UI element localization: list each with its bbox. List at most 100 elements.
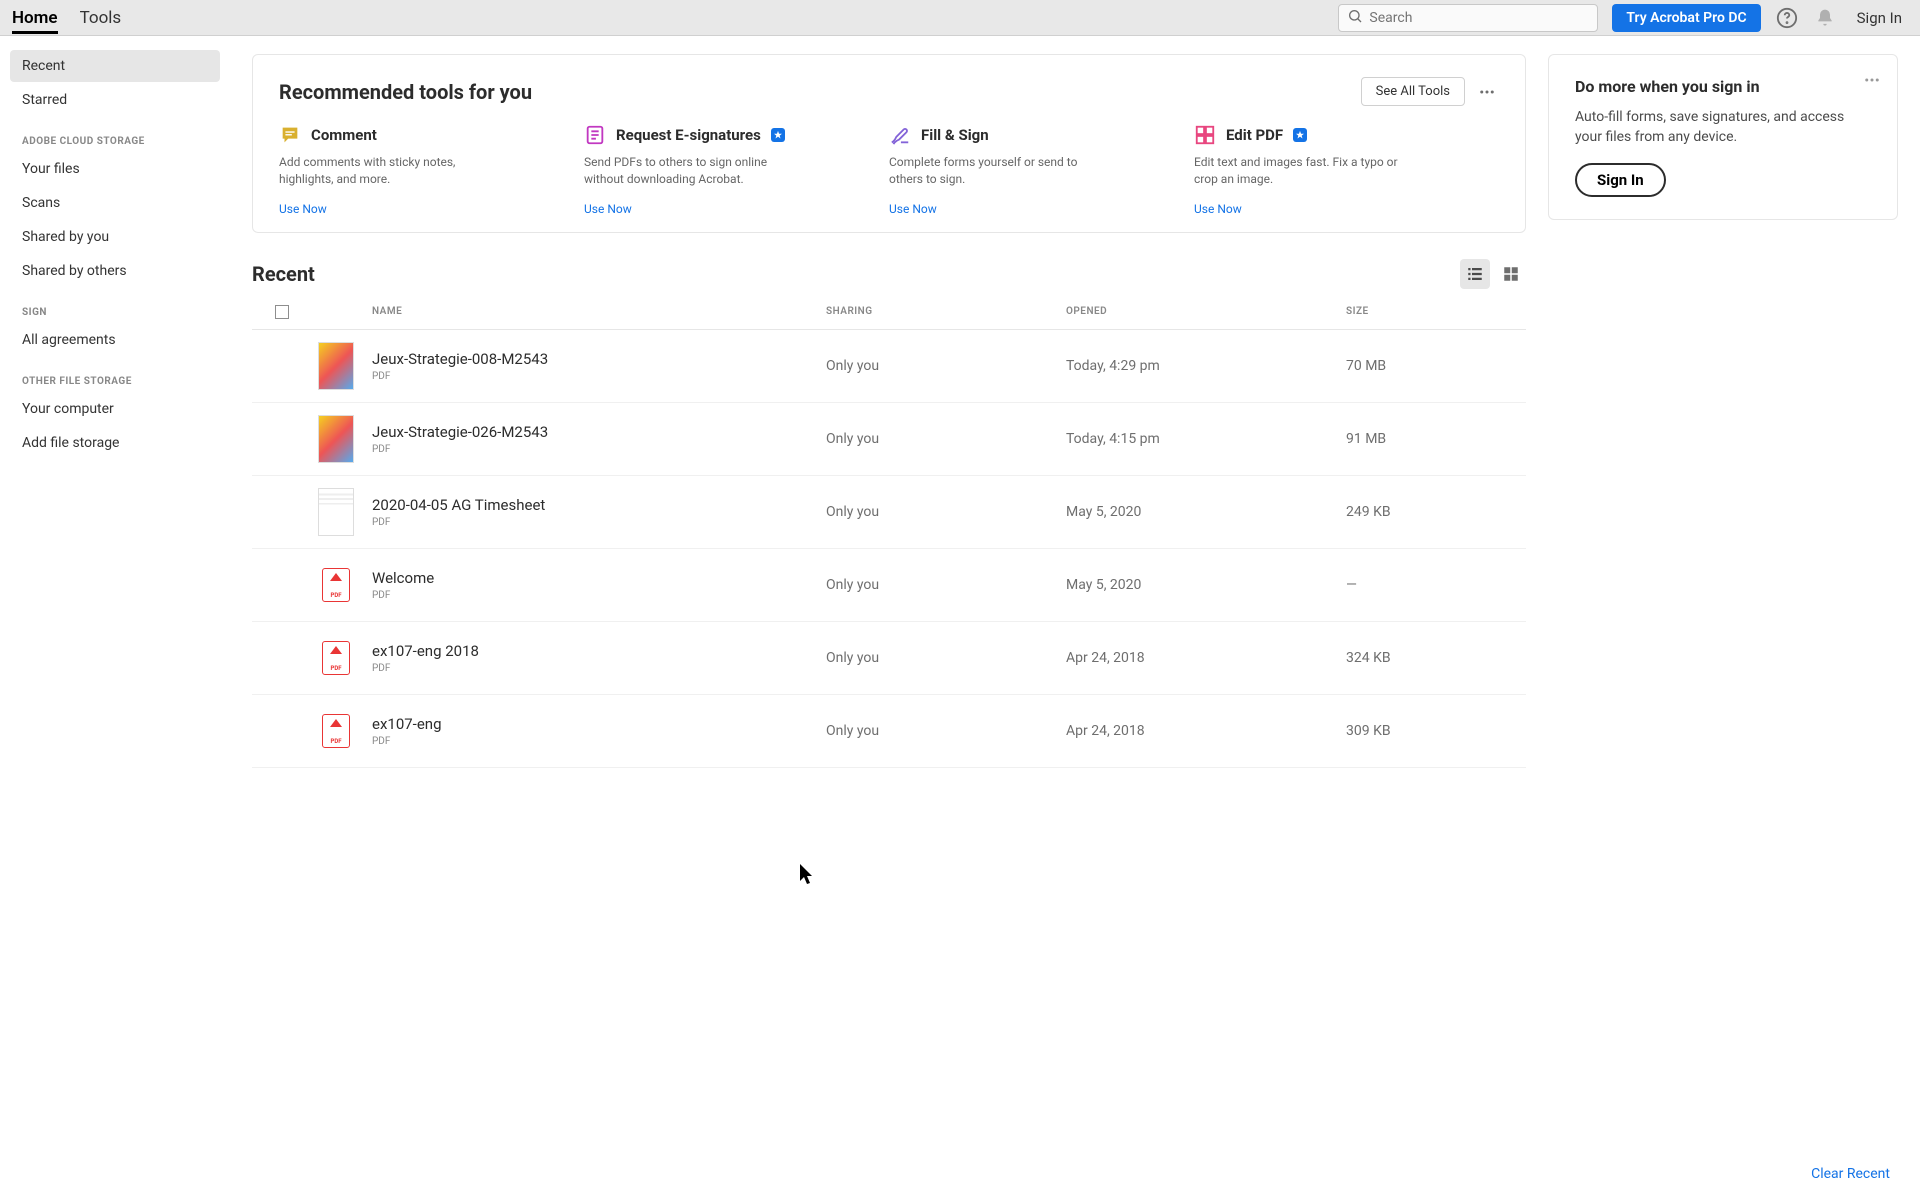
clear-recent-link[interactable]: Clear Recent xyxy=(1811,1166,1890,1182)
tool-desc: Add comments with sticky notes, highligh… xyxy=(279,154,499,188)
col-sharing[interactable]: SHARING xyxy=(826,306,1066,317)
tool-name: Edit PDF xyxy=(1226,126,1283,144)
tool-1: Request E-signatures Send PDFs to others… xyxy=(584,124,889,216)
tool-use-now-link[interactable]: Use Now xyxy=(279,202,554,216)
tool-3: Edit PDF Edit text and images fast. Fix … xyxy=(1194,124,1499,216)
help-icon[interactable] xyxy=(1775,6,1799,30)
sidebar-item-other-1[interactable]: Add file storage xyxy=(10,427,220,459)
signin-card-button[interactable]: Sign In xyxy=(1575,163,1666,197)
file-type: PDF xyxy=(372,663,826,674)
file-name: Jeux-Strategie-008-M2543 xyxy=(372,350,826,368)
grid-view-toggle[interactable] xyxy=(1496,259,1526,289)
file-opened: Apr 24, 2018 xyxy=(1066,650,1346,666)
file-row[interactable]: PDF ex107-eng 2018 PDF Only you Apr 24, … xyxy=(252,622,1526,695)
search-icon xyxy=(1347,8,1363,28)
signin-card-desc: Auto-fill forms, save signatures, and ac… xyxy=(1575,108,1871,147)
file-size: 70 MB xyxy=(1346,358,1526,374)
file-opened: Today, 4:29 pm xyxy=(1066,358,1346,374)
select-all-checkbox[interactable] xyxy=(275,305,289,319)
topbar-signin-link[interactable]: Sign In xyxy=(1851,9,1908,27)
file-size: — xyxy=(1346,577,1526,593)
tool-name: Comment xyxy=(311,126,377,144)
tool-2: Fill & Sign Complete forms yourself or s… xyxy=(889,124,1194,216)
file-sharing: Only you xyxy=(826,358,1066,374)
col-size[interactable]: SIZE xyxy=(1346,306,1526,317)
file-type: PDF xyxy=(372,517,826,528)
file-opened: May 5, 2020 xyxy=(1066,577,1346,593)
tool-use-now-link[interactable]: Use Now xyxy=(584,202,859,216)
try-acrobat-button[interactable]: Try Acrobat Pro DC xyxy=(1612,4,1760,32)
files-title: Recent xyxy=(252,262,315,286)
file-row[interactable]: Jeux-Strategie-026-M2543 PDF Only you To… xyxy=(252,403,1526,476)
tab-tools[interactable]: Tools xyxy=(80,2,122,34)
pdf-file-icon: PDF xyxy=(322,641,350,675)
sidebar-section-cloud: ADOBE CLOUD STORAGE xyxy=(10,118,220,153)
signin-card-more-icon[interactable] xyxy=(1863,71,1881,93)
topbar-tabs: Home Tools xyxy=(12,2,121,34)
premium-badge-icon xyxy=(771,128,785,142)
tool-use-now-link[interactable]: Use Now xyxy=(889,202,1164,216)
tool-icon-2 xyxy=(889,124,911,146)
file-opened: May 5, 2020 xyxy=(1066,504,1346,520)
recommended-more-icon[interactable] xyxy=(1475,80,1499,104)
file-name: ex107-eng 2018 xyxy=(372,642,826,660)
file-row[interactable]: PDF Welcome PDF Only you May 5, 2020 — xyxy=(252,549,1526,622)
file-sharing: Only you xyxy=(826,723,1066,739)
file-sharing: Only you xyxy=(826,650,1066,666)
col-opened[interactable]: OPENED xyxy=(1066,306,1346,317)
sidebar-item-cloud-0[interactable]: Your files xyxy=(10,153,220,185)
sidebar-section-other: OTHER FILE STORAGE xyxy=(10,358,220,393)
sidebar-item-top-0[interactable]: Recent xyxy=(10,50,220,82)
topbar: Home Tools Try Acrobat Pro DC Sign In xyxy=(0,0,1920,36)
list-view-toggle[interactable] xyxy=(1460,259,1490,289)
file-row[interactable]: PDF ex107-eng PDF Only you Apr 24, 2018 … xyxy=(252,695,1526,768)
tool-desc: Send PDFs to others to sign online witho… xyxy=(584,154,804,188)
search-input[interactable] xyxy=(1369,10,1589,26)
files-table: NAME SHARING OPENED SIZE Jeux-Strategie-… xyxy=(252,295,1526,768)
file-thumbnail-icon xyxy=(318,342,354,390)
file-sharing: Only you xyxy=(826,577,1066,593)
file-type: PDF xyxy=(372,590,826,601)
file-name: ex107-eng xyxy=(372,715,826,733)
tool-use-now-link[interactable]: Use Now xyxy=(1194,202,1469,216)
file-thumbnail-icon xyxy=(318,415,354,463)
tool-icon-3 xyxy=(1194,124,1216,146)
tool-desc: Edit text and images fast. Fix a typo or… xyxy=(1194,154,1414,188)
files-header-row: NAME SHARING OPENED SIZE xyxy=(252,295,1526,330)
notifications-icon[interactable] xyxy=(1813,6,1837,30)
file-type: PDF xyxy=(372,444,826,455)
sidebar: RecentStarred ADOBE CLOUD STORAGE Your f… xyxy=(0,36,230,1200)
file-name: Jeux-Strategie-026-M2543 xyxy=(372,423,826,441)
see-all-tools-button[interactable]: See All Tools xyxy=(1361,77,1465,106)
recommended-card: Recommended tools for you See All Tools … xyxy=(252,54,1526,233)
tab-home[interactable]: Home xyxy=(12,2,58,34)
pdf-file-icon: PDF xyxy=(322,568,350,602)
sidebar-section-sign: SIGN xyxy=(10,289,220,324)
signin-card-title: Do more when you sign in xyxy=(1575,77,1871,96)
signin-card: Do more when you sign in Auto-fill forms… xyxy=(1548,54,1898,220)
pdf-file-icon: PDF xyxy=(322,714,350,748)
file-thumbnail-icon xyxy=(318,488,354,536)
tool-name: Fill & Sign xyxy=(921,126,989,144)
tool-icon-0 xyxy=(279,124,301,146)
recommended-title: Recommended tools for you xyxy=(279,80,532,104)
sidebar-item-top-1[interactable]: Starred xyxy=(10,84,220,116)
file-sharing: Only you xyxy=(826,431,1066,447)
sidebar-item-cloud-2[interactable]: Shared by you xyxy=(10,221,220,253)
sidebar-item-cloud-1[interactable]: Scans xyxy=(10,187,220,219)
file-size: 249 KB xyxy=(1346,504,1526,520)
main: Recommended tools for you See All Tools … xyxy=(230,36,1920,1200)
sidebar-item-sign-0[interactable]: All agreements xyxy=(10,324,220,356)
sidebar-item-other-0[interactable]: Your computer xyxy=(10,393,220,425)
sidebar-item-cloud-3[interactable]: Shared by others xyxy=(10,255,220,287)
file-row[interactable]: Jeux-Strategie-008-M2543 PDF Only you To… xyxy=(252,330,1526,403)
col-name[interactable]: NAME xyxy=(372,306,826,317)
topbar-right: Try Acrobat Pro DC Sign In xyxy=(1338,4,1908,32)
tool-0: Comment Add comments with sticky notes, … xyxy=(279,124,584,216)
tool-icon-1 xyxy=(584,124,606,146)
tool-desc: Complete forms yourself or send to other… xyxy=(889,154,1109,188)
file-row[interactable]: 2020-04-05 AG Timesheet PDF Only you May… xyxy=(252,476,1526,549)
file-type: PDF xyxy=(372,736,826,747)
search-box[interactable] xyxy=(1338,4,1598,32)
file-size: 309 KB xyxy=(1346,723,1526,739)
